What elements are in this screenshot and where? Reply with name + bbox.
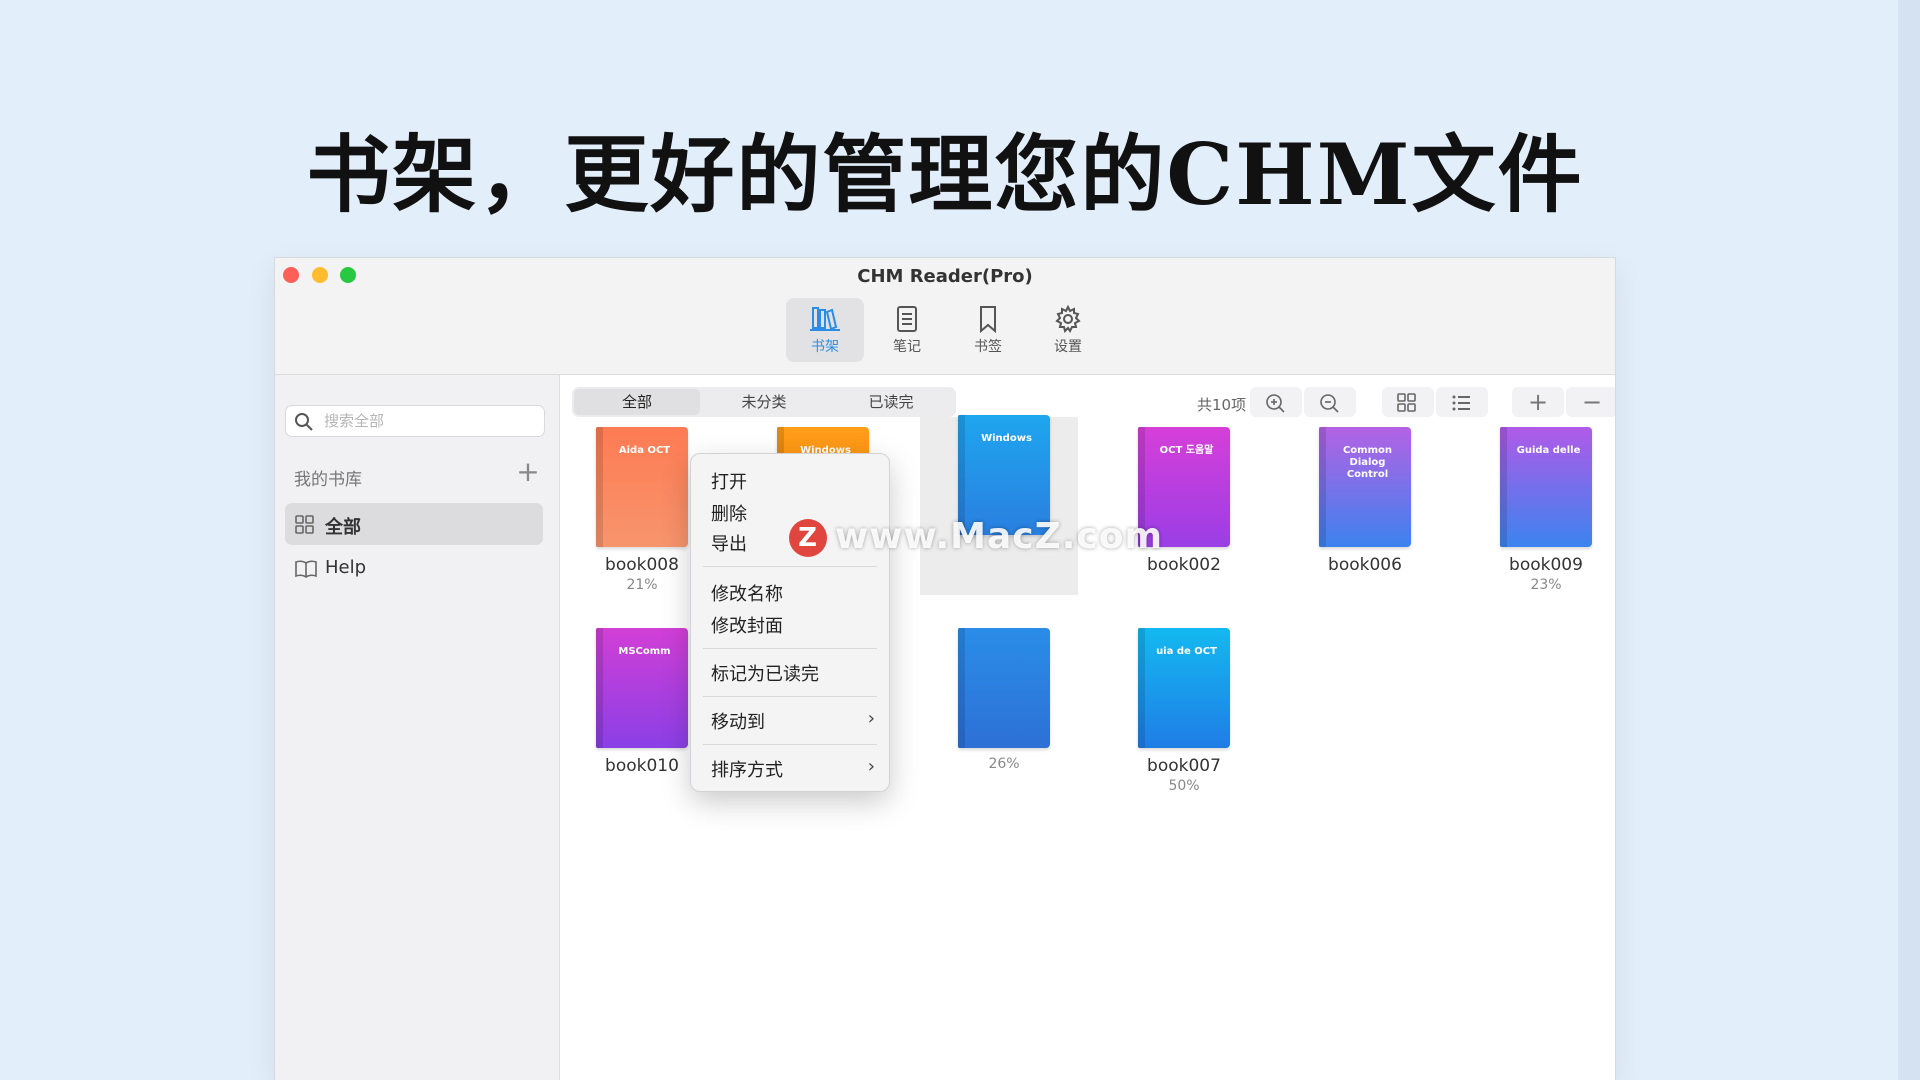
library-section-title: 我的书库 — [294, 470, 362, 490]
title-bar: CHM Reader(Pro) 书架 笔记 书签 设置 — [275, 258, 1615, 375]
add-library-button[interactable]: + — [513, 457, 543, 487]
bookshelf-icon — [810, 307, 840, 331]
tab-settings[interactable]: 设置 — [1029, 298, 1107, 362]
zoom-out-button[interactable] — [1304, 387, 1356, 417]
menu-item-rename[interactable]: 修改名称 — [711, 580, 783, 606]
book-cover-title: MSComm — [618, 646, 671, 657]
book-title: book007 — [1147, 756, 1221, 776]
filter-uncategorized[interactable]: 未分类 — [701, 389, 827, 415]
sidebar-item-all-label: 全部 — [325, 517, 361, 538]
book-title: book006 — [1328, 555, 1402, 575]
book-cover[interactable]: Guida delle — [1500, 427, 1592, 547]
book-item[interactable]: uia de OCT book007 50% — [1114, 628, 1254, 794]
menu-item-export[interactable]: 导出 — [711, 530, 747, 556]
book-open-icon — [295, 560, 317, 578]
background-edge — [1898, 0, 1920, 1080]
book-progress: 50% — [1168, 778, 1200, 794]
zoom-in-button[interactable] — [1250, 387, 1302, 417]
book-progress: 26% — [988, 756, 1020, 772]
tab-bookmarks[interactable]: 书签 — [949, 298, 1027, 362]
tab-notes-label: 笔记 — [893, 339, 921, 355]
search-input[interactable] — [322, 410, 536, 432]
book-cover-title: uia de OCT — [1156, 646, 1217, 657]
menu-separator — [703, 566, 877, 567]
menu-item-mark-finished[interactable]: 标记为已读完 — [711, 660, 819, 686]
remove-book-button[interactable]: − — [1566, 387, 1615, 417]
book-cover-title: Aida OCT — [618, 445, 671, 456]
sidebar-item-all[interactable]: 全部 — [285, 503, 543, 545]
menu-item-sort-by[interactable]: 排序方式 — [711, 756, 783, 782]
list-view-button[interactable] — [1436, 387, 1488, 417]
menu-separator — [703, 744, 877, 745]
notes-icon — [897, 306, 917, 332]
tab-bookshelf[interactable]: 书架 — [786, 298, 864, 362]
chevron-right-icon: › — [867, 708, 875, 729]
menu-item-open[interactable]: 打开 — [711, 468, 747, 494]
book-progress: 23% — [1530, 577, 1562, 593]
book-cover[interactable]: Aida OCT — [596, 427, 688, 547]
book-cover-title: Common Dialog Control — [1342, 445, 1393, 480]
menu-separator — [703, 648, 877, 649]
watermark-text: www.MacZ.com — [835, 516, 1163, 557]
grid-view-icon — [1397, 393, 1416, 412]
item-count: 共10项 — [1197, 396, 1247, 414]
book-cover[interactable] — [958, 628, 1050, 748]
settings-gear-icon — [1055, 304, 1081, 333]
book-cover-title: Windows — [981, 433, 1032, 444]
menu-item-move-to[interactable]: 移动到 — [711, 708, 765, 734]
filter-segmented-control: 全部 未分类 已读完 — [572, 387, 956, 417]
grid-icon — [295, 515, 314, 534]
search-icon — [295, 413, 313, 431]
app-window: CHM Reader(Pro) 书架 笔记 书签 设置 搜索全部 我的书库 + … — [275, 258, 1615, 1080]
menu-item-change-cover[interactable]: 修改封面 — [711, 612, 783, 638]
search-box[interactable] — [285, 405, 545, 437]
window-title: CHM Reader(Pro) — [857, 266, 1033, 287]
book-item[interactable]: Common Dialog Control book006 — [1295, 427, 1435, 577]
add-book-button[interactable]: + — [1512, 387, 1564, 417]
tab-settings-label: 设置 — [1054, 339, 1082, 355]
menu-item-delete[interactable]: 删除 — [711, 500, 747, 526]
grid-view-button[interactable] — [1382, 387, 1434, 417]
tab-bookmarks-label: 书签 — [974, 339, 1002, 355]
book-item[interactable]: 26% — [934, 628, 1074, 772]
book-cover[interactable]: MSComm — [596, 628, 688, 748]
book-title: book009 — [1509, 555, 1583, 575]
filter-all[interactable]: 全部 — [574, 389, 700, 415]
book-cover[interactable]: Common Dialog Control — [1319, 427, 1411, 547]
list-view-icon — [1452, 395, 1470, 411]
sidebar-item-help-label: Help — [325, 557, 367, 578]
book-title: book002 — [1147, 555, 1221, 575]
menu-separator — [703, 696, 877, 697]
book-item[interactable]: Guida delle book009 23% — [1476, 427, 1615, 593]
book-cover-title: Guida delle — [1516, 445, 1581, 456]
tab-bookshelf-label: 书架 — [811, 339, 839, 355]
watermark: Zwww.MacZ.com — [789, 516, 1163, 557]
promo-headline: 书架，更好的管理您的CHM文件 — [306, 125, 1584, 224]
sidebar: 我的书库 + 全部 Help — [275, 375, 560, 1080]
watermark-logo: Z — [789, 519, 827, 557]
book-cover[interactable]: uia de OCT — [1138, 628, 1230, 748]
tab-notes[interactable]: 笔记 — [868, 298, 946, 362]
zoom-in-icon — [1266, 394, 1285, 413]
zoom-out-icon — [1320, 394, 1339, 413]
context-menu: 打开 删除 导出 修改名称 修改封面 标记为已读完 移动到 › 排序方式 › — [691, 454, 889, 791]
chevron-right-icon: › — [867, 756, 875, 777]
sidebar-item-help[interactable]: Help — [285, 547, 543, 589]
filter-finished[interactable]: 已读完 — [828, 389, 954, 415]
bookmark-icon — [980, 306, 996, 334]
book-cover-title: OCT 도움말 — [1159, 445, 1214, 456]
